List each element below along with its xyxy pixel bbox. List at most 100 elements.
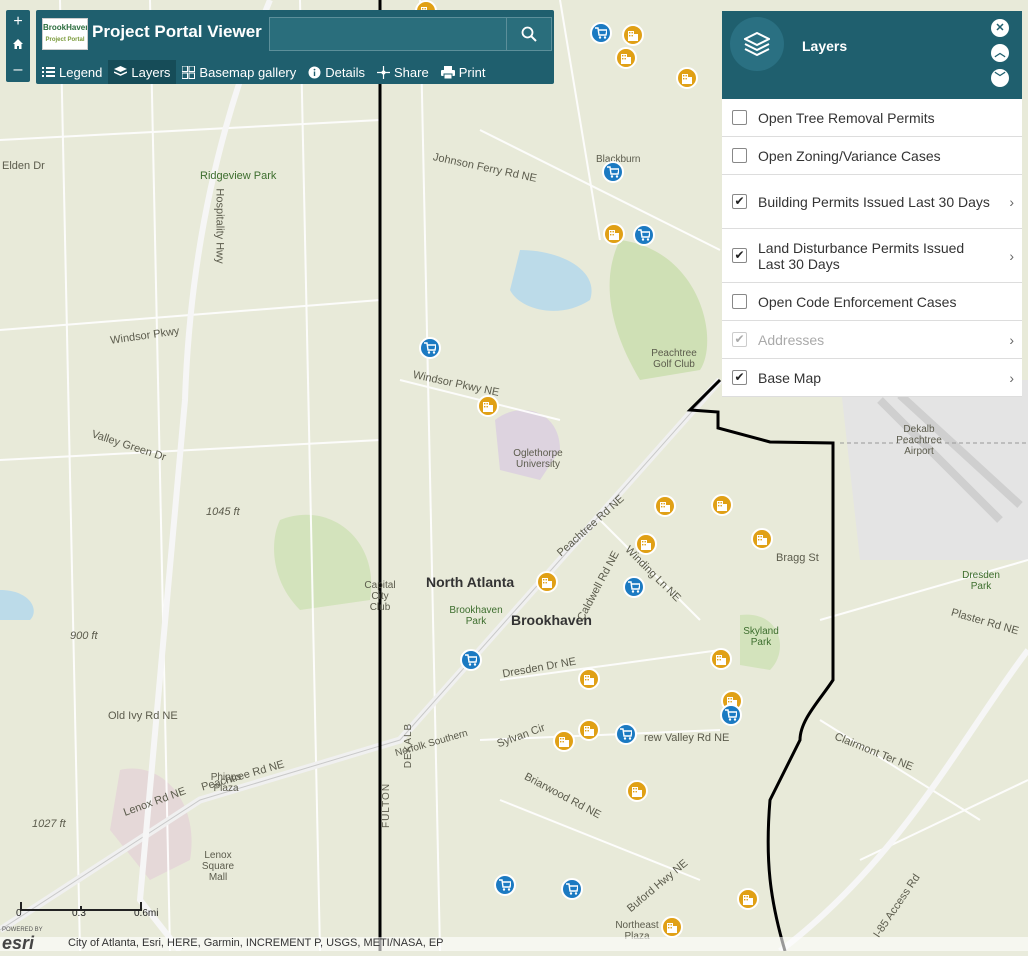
info-icon bbox=[308, 66, 321, 78]
layer-item[interactable]: ✔ Base Map › bbox=[722, 359, 1022, 397]
map-label: Lenox Square Mall bbox=[201, 850, 235, 883]
layers-icon bbox=[744, 32, 770, 56]
search-button[interactable] bbox=[506, 17, 552, 51]
building-permit-icon[interactable] bbox=[737, 888, 759, 910]
share-button[interactable]: Share bbox=[371, 60, 435, 84]
layer-checkbox[interactable]: ✔ bbox=[732, 332, 747, 347]
chevron-right-icon[interactable]: › bbox=[1009, 194, 1014, 210]
layer-checkbox[interactable] bbox=[732, 110, 747, 125]
layers-icon bbox=[114, 66, 128, 76]
map-label: Peachtree Golf Club bbox=[651, 348, 697, 370]
layer-item[interactable]: Open Tree Removal Permits bbox=[722, 99, 1022, 137]
home-button[interactable] bbox=[6, 34, 30, 58]
land-disturbance-icon[interactable] bbox=[633, 224, 655, 246]
layer-item[interactable]: ✔ Building Permits Issued Last 30 Days › bbox=[722, 175, 1022, 229]
layers-button[interactable]: Layers bbox=[108, 60, 177, 84]
chevron-right-icon[interactable]: › bbox=[1009, 248, 1014, 264]
scale-max: 0.6mi bbox=[134, 908, 159, 919]
map-label: rew Valley Rd NE bbox=[644, 732, 730, 744]
building-permit-icon[interactable] bbox=[553, 730, 575, 752]
details-label: Details bbox=[325, 64, 365, 80]
layer-label: Land Disturbance Permits Issued Last 30 … bbox=[758, 239, 965, 272]
attribution-text[interactable]: City of Atlanta, Esri, HERE, Garmin, INC… bbox=[68, 937, 444, 949]
layer-checkbox[interactable]: ✔ bbox=[732, 370, 747, 385]
expand-button[interactable]: ﹀ bbox=[991, 69, 1009, 87]
logo-text: BrookHaven bbox=[43, 23, 88, 32]
map-label: Capital City Club bbox=[364, 580, 396, 613]
app-logo: BrookHaven Project Portal bbox=[42, 18, 88, 50]
land-disturbance-icon[interactable] bbox=[623, 576, 645, 598]
building-permit-icon[interactable] bbox=[661, 916, 683, 938]
print-button[interactable]: Print bbox=[435, 60, 492, 84]
chevron-right-icon[interactable]: › bbox=[1009, 332, 1014, 348]
land-disturbance-icon[interactable] bbox=[615, 723, 637, 745]
layer-label: Building Permits Issued Last 30 Days bbox=[758, 193, 990, 210]
map-label: Brookhaven Park bbox=[449, 605, 503, 627]
layer-checkbox[interactable] bbox=[732, 148, 747, 163]
list-icon bbox=[42, 67, 55, 77]
layers-label: Layers bbox=[131, 64, 171, 80]
map-label: Bragg St bbox=[776, 552, 819, 564]
map-label: 900 ft bbox=[70, 630, 98, 642]
home-icon bbox=[13, 39, 23, 49]
basemap-gallery-button[interactable]: Basemap gallery bbox=[176, 60, 302, 84]
building-permit-icon[interactable] bbox=[536, 571, 558, 593]
layer-label: Open Zoning/Variance Cases bbox=[758, 147, 941, 164]
zoom-control: + – bbox=[6, 10, 30, 82]
layer-checkbox[interactable]: ✔ bbox=[732, 194, 747, 209]
map-label: 1027 ft bbox=[32, 818, 66, 830]
building-permit-icon[interactable] bbox=[622, 24, 644, 46]
details-button[interactable]: Details bbox=[302, 60, 371, 84]
legend-label: Legend bbox=[59, 64, 103, 80]
building-permit-icon[interactable] bbox=[710, 648, 732, 670]
layer-checkbox[interactable] bbox=[732, 294, 747, 309]
chevron-right-icon[interactable]: › bbox=[1009, 370, 1014, 386]
layer-label: Base Map bbox=[758, 369, 822, 386]
building-permit-icon[interactable] bbox=[654, 495, 676, 517]
map-label: Oglethorpe University bbox=[513, 448, 563, 470]
layer-item[interactable]: ✔ Land Disturbance Permits Issued Last 30… bbox=[722, 229, 1022, 283]
layer-label: Open Tree Removal Permits bbox=[758, 109, 935, 126]
building-permit-icon[interactable] bbox=[751, 528, 773, 550]
building-permit-icon[interactable] bbox=[626, 780, 648, 802]
layer-label: Open Code Enforcement Cases bbox=[758, 293, 957, 310]
zoom-out-button[interactable]: – bbox=[6, 58, 30, 82]
land-disturbance-icon[interactable] bbox=[602, 161, 624, 183]
legend-button[interactable]: Legend bbox=[36, 60, 108, 84]
map-label: Old Ivy Rd NE bbox=[108, 710, 178, 722]
scale-mid: 0.3 bbox=[72, 908, 86, 919]
land-disturbance-icon[interactable] bbox=[460, 649, 482, 671]
land-disturbance-icon[interactable] bbox=[590, 22, 612, 44]
building-permit-icon[interactable] bbox=[676, 67, 698, 89]
layers-panel-title: Layers bbox=[802, 38, 848, 54]
layer-list: Open Tree Removal Permits Open Zoning/Var… bbox=[722, 99, 1022, 397]
close-button[interactable]: ✕ bbox=[991, 19, 1009, 37]
map-label: 1045 ft bbox=[206, 506, 240, 518]
land-disturbance-icon[interactable] bbox=[494, 874, 516, 896]
layer-item[interactable]: ✔ Addresses › bbox=[722, 321, 1022, 359]
basemap-label: Basemap gallery bbox=[199, 64, 297, 80]
zoom-in-button[interactable]: + bbox=[6, 10, 30, 34]
logo-subtext: Project Portal bbox=[45, 37, 85, 43]
airport-area bbox=[840, 380, 1028, 560]
land-disturbance-icon[interactable] bbox=[561, 878, 583, 900]
map-label: Phipps Plaza bbox=[210, 772, 242, 794]
layers-panel-header: Layers ✕ ︿ ﹀ bbox=[722, 11, 1022, 99]
building-permit-icon[interactable] bbox=[635, 533, 657, 555]
building-permit-icon[interactable] bbox=[578, 668, 600, 690]
building-permit-icon[interactable] bbox=[477, 395, 499, 417]
building-permit-icon[interactable] bbox=[603, 223, 625, 245]
collapse-button[interactable]: ︿ bbox=[991, 44, 1009, 62]
land-disturbance-icon[interactable] bbox=[419, 337, 441, 359]
chevron-down-icon: ﹀ bbox=[994, 72, 1006, 84]
map-label: Ridgeview Park bbox=[200, 170, 277, 182]
building-permit-icon[interactable] bbox=[711, 494, 733, 516]
layer-item[interactable]: Open Zoning/Variance Cases bbox=[722, 137, 1022, 175]
building-permit-icon[interactable] bbox=[578, 719, 600, 741]
building-permit-icon[interactable] bbox=[615, 47, 637, 69]
layer-item[interactable]: Open Code Enforcement Cases bbox=[722, 283, 1022, 321]
land-disturbance-icon[interactable] bbox=[720, 704, 742, 726]
attribution-bar: POWERED BY esri City of Atlanta, Esri, H… bbox=[0, 927, 1028, 953]
search-input[interactable] bbox=[269, 17, 507, 51]
layer-checkbox[interactable]: ✔ bbox=[732, 248, 747, 263]
